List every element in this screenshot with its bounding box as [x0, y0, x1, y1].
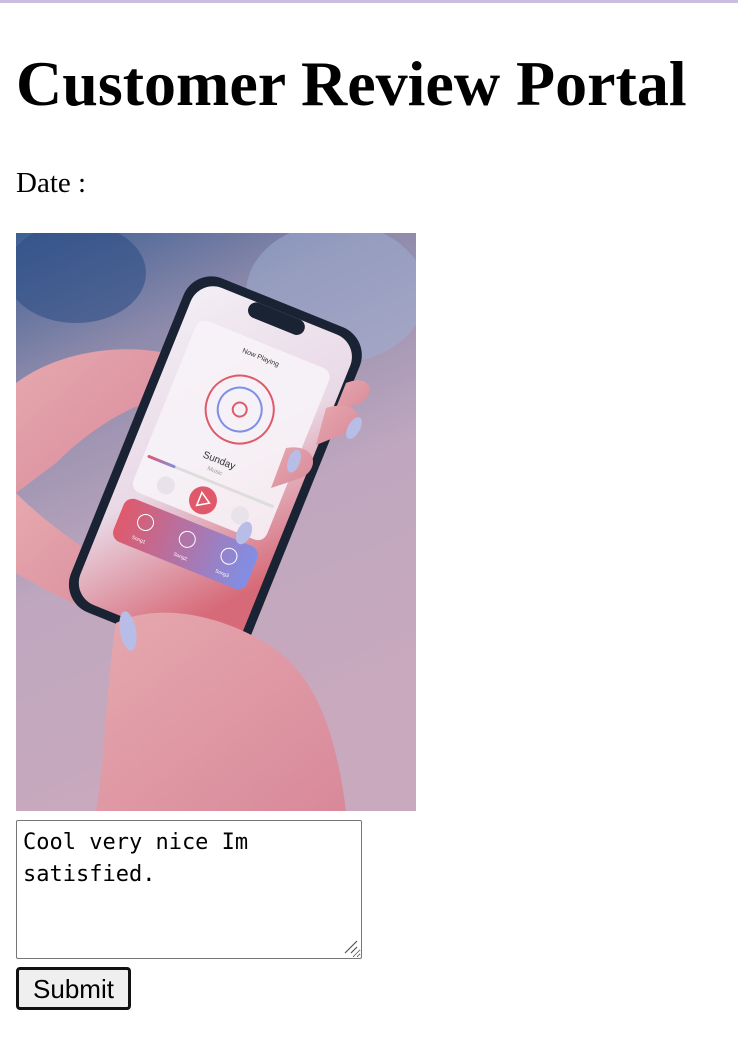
- submit-button[interactable]: Submit: [16, 967, 131, 1010]
- page-title: Customer Review Portal: [16, 48, 687, 119]
- date-row: Date :: [16, 164, 86, 202]
- product-image: Now Playing Sunday Music Song1 Song2 Son…: [16, 233, 416, 811]
- date-label: Date :: [16, 167, 87, 199]
- top-border: [0, 0, 738, 3]
- review-textarea[interactable]: Cool very nice Im satisfied.: [16, 820, 362, 959]
